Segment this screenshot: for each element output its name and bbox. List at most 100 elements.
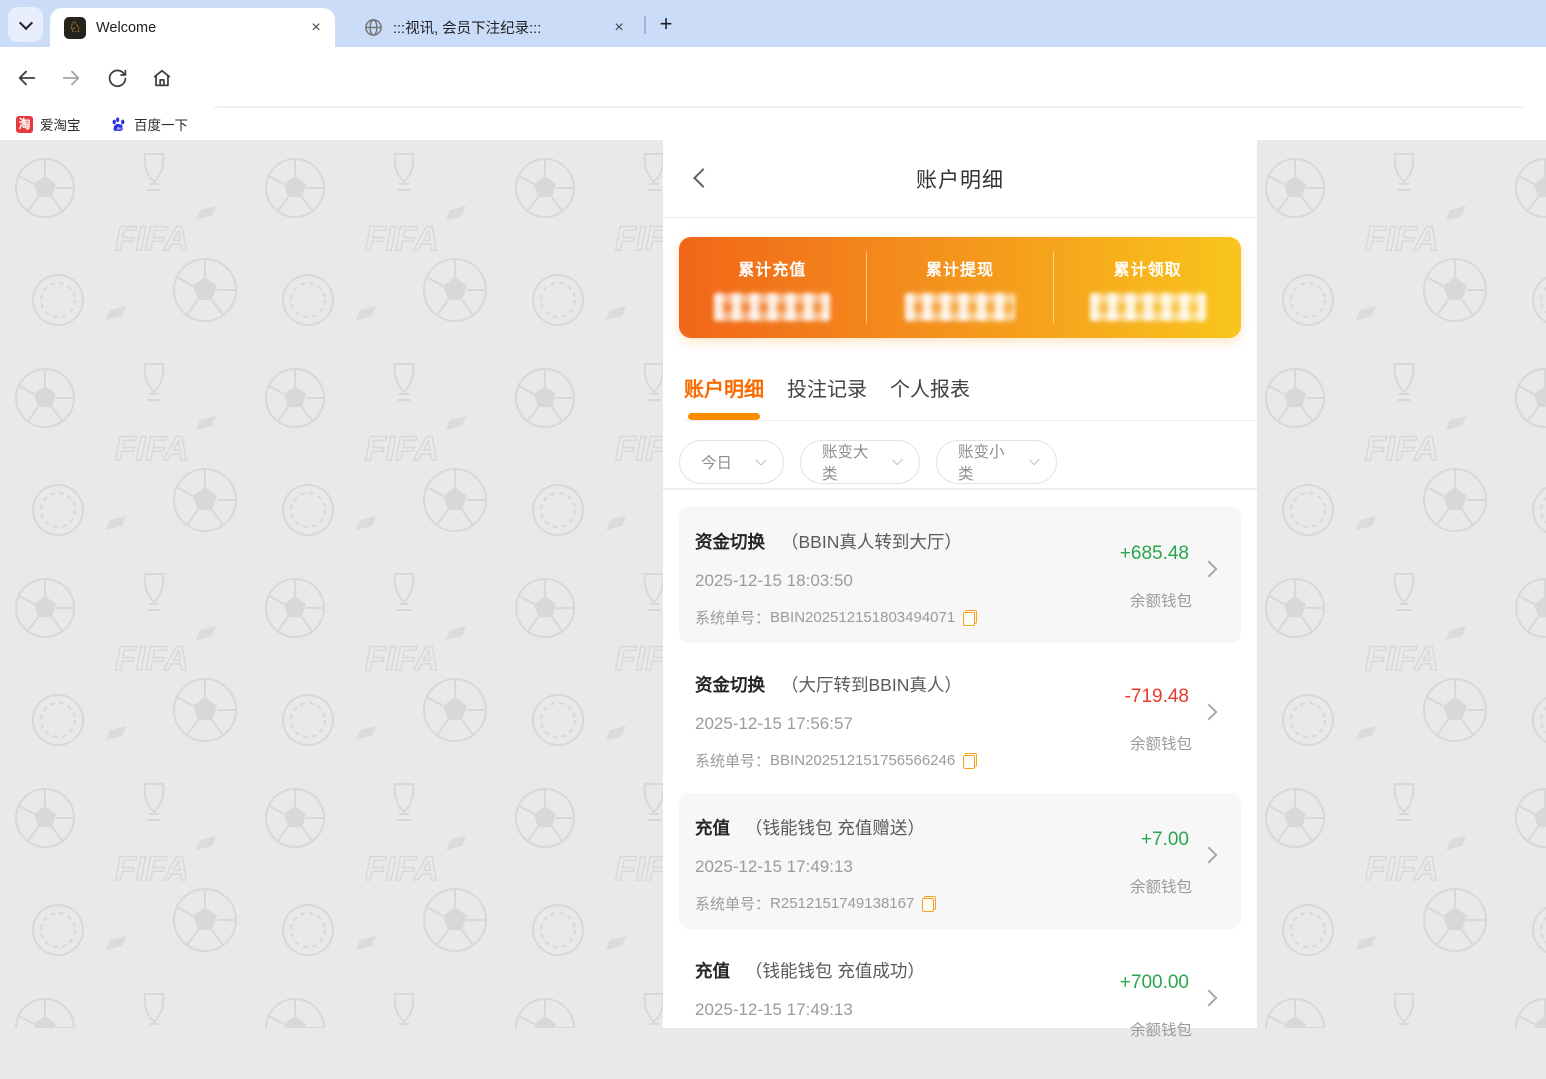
browser-toolbar: 175616.cc/reports/index bbox=[0, 47, 1546, 147]
transaction-row[interactable]: 充值 （钱能钱包 充值成功） 2025-12-15 17:49:13 +700.… bbox=[679, 936, 1241, 1072]
panel-scrollbar-thumb[interactable] bbox=[1246, 286, 1254, 334]
bookmarks-bar: 淘 爱淘宝 du 百度一下 bbox=[0, 108, 1546, 140]
svg-text:du: du bbox=[117, 125, 122, 130]
masked-value bbox=[1089, 293, 1206, 321]
row-detail: （大厅转到BBIN真人） bbox=[781, 675, 962, 695]
row-detail: （BBIN真人转到大厅） bbox=[781, 532, 962, 552]
tab-label: 账户明细 bbox=[684, 379, 764, 401]
page-header: 账户明细 bbox=[663, 140, 1257, 218]
stat-label: 累计提现 bbox=[926, 262, 995, 279]
row-type: 充值 bbox=[695, 961, 730, 981]
tab-divider bbox=[644, 16, 646, 34]
bookmark-label: 爱淘宝 bbox=[40, 118, 81, 133]
row-type: 资金切换 bbox=[695, 532, 765, 552]
row-type: 资金切换 bbox=[695, 675, 765, 695]
account-detail-panel: 账户明细 累计充值 累计提现 累计领取 账户明细 投注记录 个人报表 今日 账变… bbox=[663, 140, 1257, 1039]
chevron-right-icon[interactable] bbox=[1200, 989, 1218, 1007]
row-wallet: 余额钱包 bbox=[1129, 1022, 1192, 1039]
filter-major-type-dropdown[interactable]: 账变大类 bbox=[800, 440, 920, 484]
tab-bet-records[interactable]: 投注记录 bbox=[787, 360, 867, 420]
globe-icon bbox=[365, 19, 382, 36]
order-label: 系统单号： bbox=[695, 896, 771, 913]
bookmark-aitaobao[interactable]: 淘 爱淘宝 bbox=[8, 111, 89, 137]
transaction-row[interactable]: 充值 （钱能钱包 充值赠送） 2025-12-15 17:49:13 系统单号：… bbox=[679, 793, 1241, 929]
row-amount: +685.48 bbox=[1119, 543, 1189, 564]
transaction-row[interactable]: 资金切换 （大厅转到BBIN真人） 2025-12-15 17:56:57 系统… bbox=[679, 650, 1241, 786]
back-button[interactable] bbox=[7, 58, 47, 98]
transaction-row[interactable]: 资金切换 （BBIN真人转到大厅） 2025-12-15 18:03:50 系统… bbox=[679, 507, 1241, 643]
section-divider bbox=[663, 488, 1257, 490]
copy-icon[interactable] bbox=[963, 609, 978, 626]
stat-label: 累计充值 bbox=[738, 262, 807, 279]
new-tab-button[interactable]: + bbox=[652, 11, 680, 39]
section-tabs: 账户明细 投注记录 个人报表 bbox=[684, 360, 1257, 421]
tab-account-detail[interactable]: 账户明细 bbox=[684, 360, 764, 420]
reload-icon bbox=[108, 69, 126, 87]
filter-date-dropdown[interactable]: 今日 bbox=[679, 440, 784, 484]
page-background: FIFA 账户明细 累计充值 累计提现 累计领取 bbox=[0, 140, 1546, 1039]
copy-icon[interactable] bbox=[963, 752, 978, 769]
tab-label: 个人报表 bbox=[890, 379, 970, 401]
row-datetime: 2025-12-15 17:49:13 bbox=[695, 1000, 853, 1019]
filter-label: 今日 bbox=[701, 455, 733, 472]
chevron-down-icon bbox=[18, 15, 33, 30]
forward-button[interactable] bbox=[51, 58, 91, 98]
close-icon[interactable]: × bbox=[307, 19, 325, 37]
masked-value bbox=[714, 293, 831, 321]
row-amount: -719.48 bbox=[1124, 686, 1189, 707]
row-amount: +7.00 bbox=[1140, 829, 1189, 850]
row-detail: （钱能钱包 充值成功） bbox=[745, 961, 925, 981]
browser-tab-records[interactable]: :::视讯, 会员下注纪录::: × bbox=[352, 8, 638, 47]
row-order: 系统单号： BBIN202512151756566246 bbox=[695, 750, 978, 771]
browser-tab-welcome[interactable]: ♘ Welcome × bbox=[50, 8, 335, 47]
back-arrow-icon bbox=[18, 70, 36, 86]
chevron-down-icon bbox=[892, 454, 903, 466]
chevron-down-icon bbox=[755, 454, 767, 466]
row-datetime: 2025-12-15 17:49:13 bbox=[695, 857, 853, 876]
bookmark-baidu[interactable]: du 百度一下 bbox=[102, 111, 196, 137]
stat-total-deposit: 累计充值 bbox=[679, 237, 866, 338]
filter-minor-type-dropdown[interactable]: 账变小类 bbox=[936, 440, 1057, 484]
row-wallet: 余额钱包 bbox=[1129, 879, 1192, 896]
site-favicon: ♘ bbox=[64, 16, 86, 39]
row-datetime: 2025-12-15 18:03:50 bbox=[695, 571, 853, 590]
stat-total-claimed: 累计领取 bbox=[1053, 237, 1242, 338]
chevron-right-icon[interactable] bbox=[1200, 846, 1218, 864]
totals-card: 累计充值 累计提现 累计领取 bbox=[679, 237, 1242, 338]
order-label: 系统单号： bbox=[695, 610, 771, 627]
filter-bar: 今日 账变大类 账变小类 bbox=[679, 440, 1057, 484]
stat-label: 累计领取 bbox=[1113, 262, 1182, 279]
page-title: 账户明细 bbox=[916, 169, 1004, 192]
home-icon bbox=[153, 69, 171, 87]
tab-search-button[interactable] bbox=[8, 7, 43, 42]
tab-title: :::视讯, 会员下注纪录::: bbox=[393, 21, 542, 37]
tab-title: Welcome bbox=[96, 19, 157, 36]
row-wallet: 余额钱包 bbox=[1129, 593, 1192, 610]
order-number: R2512151749138167 bbox=[770, 895, 915, 912]
home-button[interactable] bbox=[142, 58, 182, 98]
forward-arrow-icon bbox=[62, 70, 80, 86]
chevron-right-icon[interactable] bbox=[1200, 560, 1218, 578]
tab-personal-report[interactable]: 个人报表 bbox=[890, 360, 970, 420]
chevron-down-icon bbox=[1029, 454, 1040, 466]
row-detail: （钱能钱包 充值赠送） bbox=[745, 818, 925, 838]
chevron-right-icon[interactable] bbox=[1200, 703, 1218, 721]
filter-label: 账变小类 bbox=[958, 444, 1005, 483]
row-order: 系统单号： R2512151749138167 bbox=[695, 893, 937, 914]
row-amount: +700.00 bbox=[1119, 972, 1189, 993]
row-datetime: 2025-12-15 17:56:57 bbox=[695, 714, 853, 733]
taobao-icon: 淘 bbox=[16, 115, 33, 133]
row-type: 充值 bbox=[695, 818, 730, 838]
transaction-list: 资金切换 （BBIN真人转到大厅） 2025-12-15 18:03:50 系统… bbox=[679, 507, 1241, 1079]
copy-icon[interactable] bbox=[922, 895, 937, 912]
close-icon[interactable]: × bbox=[610, 19, 628, 37]
tab-strip: ♘ Welcome × :::视讯, 会员下注纪录::: × + bbox=[0, 0, 1546, 47]
reload-button[interactable] bbox=[97, 58, 137, 98]
row-order: 系统单号： BBIN202512151803494071 bbox=[695, 607, 978, 628]
baidu-icon: du bbox=[112, 117, 125, 131]
order-number: BBIN202512151803494071 bbox=[770, 609, 956, 626]
order-number: BBIN202512151756566246 bbox=[770, 752, 956, 769]
filter-label: 账变大类 bbox=[822, 444, 869, 483]
row-wallet: 余额钱包 bbox=[1129, 736, 1192, 753]
bookmark-label: 百度一下 bbox=[134, 118, 188, 133]
